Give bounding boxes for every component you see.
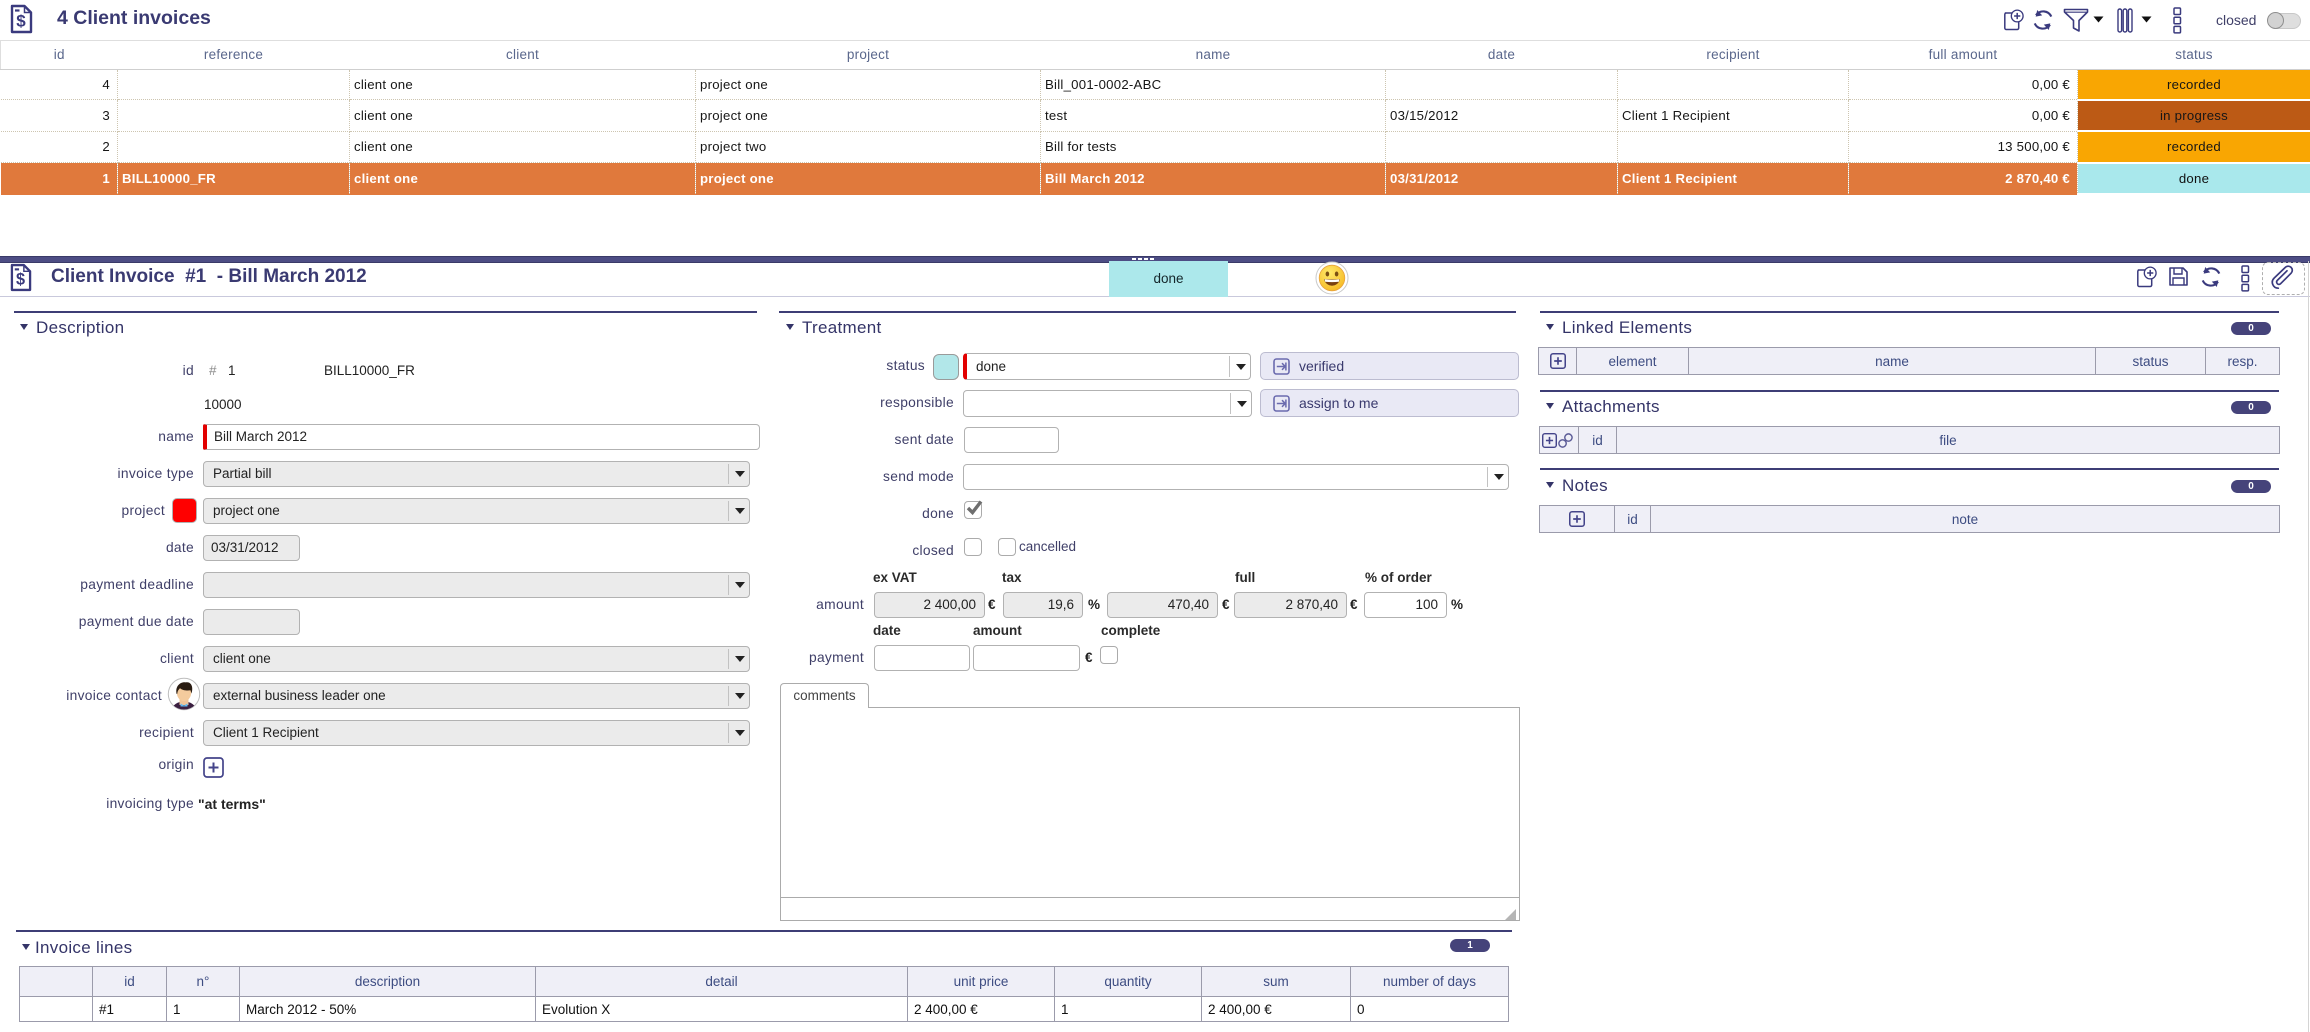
svg-text:$: $ xyxy=(16,12,26,31)
svg-text:$: $ xyxy=(16,271,25,289)
